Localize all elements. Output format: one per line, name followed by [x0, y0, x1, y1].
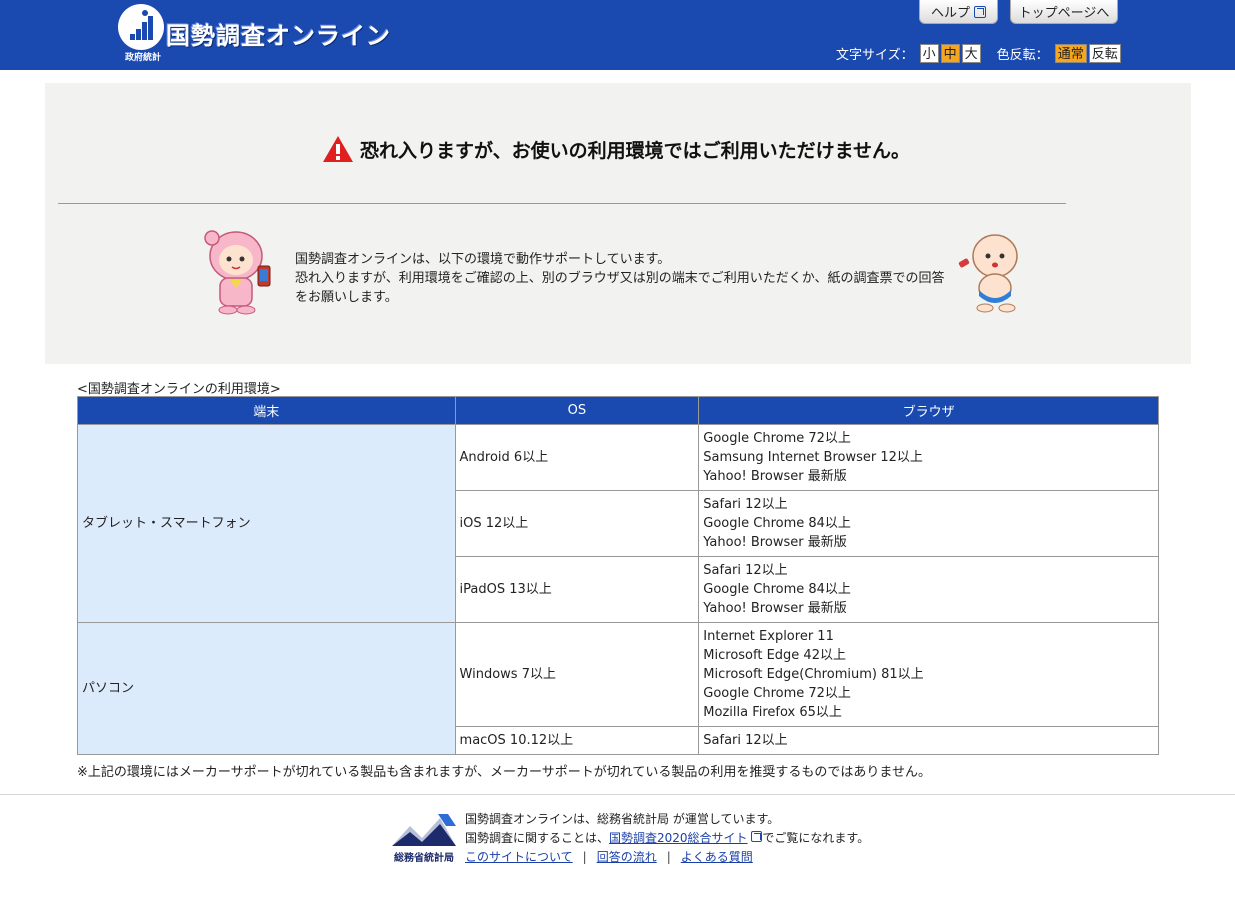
stat-bureau-logo: 総務省統計局: [390, 812, 458, 864]
browser-item: Yahoo! Browser 最新版: [703, 535, 847, 550]
font-size-label: 文字サイズ：: [836, 47, 914, 63]
answer-flow-link[interactable]: 回答の流れ: [597, 850, 657, 864]
header-browser: ブラウザ: [698, 396, 1159, 425]
notice-title: 恐れ入りますが、お使いの利用環境ではご利用いただけません。: [360, 139, 911, 162]
unsupported-notice: 恐れ入りますが、お使いの利用環境ではご利用いただけません。 国勢調査オンラインは…: [45, 83, 1191, 364]
notice-body: 国勢調査オンラインは、以下の環境で動作サポートしています。 恐れ入りますが、利用…: [295, 250, 945, 307]
browser-item: Yahoo! Browser 最新版: [703, 469, 847, 484]
footer-text: 国勢調査オンラインは、総務省統計局 が運営しています。 国勢調査に関することは、…: [465, 810, 869, 867]
os-cell: macOS 10.12以上: [454, 726, 700, 755]
device-cell: タブレット・スマートフォン: [77, 424, 456, 623]
help-button-label: ヘルプ: [930, 6, 970, 21]
display-tools: 文字サイズ： 小 中 大 色反転： 通常 反転: [836, 43, 1123, 63]
external-link-icon: [974, 5, 986, 18]
environment-table: 端末 OS ブラウザ タブレット・スマートフォン Android 6以上 Googl…: [77, 396, 1159, 755]
browser-item: Yahoo! Browser 最新版: [703, 601, 847, 616]
warning-icon: [323, 136, 353, 162]
os-cell: iOS 12以上: [454, 490, 700, 557]
footer-line-2-post: でご覧になれます。: [762, 831, 870, 845]
notice-line-1: 国勢調査オンラインは、以下の環境で動作サポートしています。: [295, 252, 671, 267]
footer-line-2: 国勢調査に関することは、国勢調査2020総合サイト でご覧になれます。: [465, 829, 869, 848]
font-size-medium-button[interactable]: 中: [940, 43, 960, 63]
browser-item: Google Chrome 72以上: [703, 431, 851, 446]
browser-item: Safari 12以上: [703, 563, 788, 578]
color-normal-button[interactable]: 通常: [1054, 43, 1087, 63]
browser-item: Safari 12以上: [703, 497, 788, 512]
font-size-large-button[interactable]: 大: [961, 43, 981, 63]
mascot-girl-icon: [204, 230, 271, 315]
browser-item: Microsoft Edge 42以上: [703, 648, 846, 663]
table-header-row: 端末 OS ブラウザ: [77, 396, 1159, 425]
census-2020-site-link[interactable]: 国勢調査2020総合サイト: [609, 831, 748, 845]
site-title: 国勢調査オンライン: [166, 22, 391, 50]
footer-line-2-pre: 国勢調査に関することは、: [465, 831, 610, 845]
faq-link[interactable]: よくある質問: [681, 850, 753, 864]
notice-line-2: 恐れ入りますが、利用環境をご確認の上、別のブラウザ又は別の端末でご利用いただくか…: [295, 271, 945, 305]
stat-bureau-logo-icon: [392, 814, 456, 846]
browser-item: Samsung Internet Browser 12以上: [703, 450, 923, 465]
divider: [58, 203, 1066, 204]
footer-links: このサイトについて | 回答の流れ | よくある質問: [465, 850, 753, 864]
browser-cell: Google Chrome 72以上 Samsung Internet Brows…: [698, 424, 1159, 491]
browser-item: Internet Explorer 11: [703, 629, 834, 644]
seifu-tokei-logo-icon: [118, 4, 164, 50]
top-page-button-label: トップページへ: [1018, 6, 1110, 21]
site-logo[interactable]: 政府統計 国勢調査オンライン: [118, 4, 398, 63]
footer-line-1: 国勢調査オンラインは、総務省統計局 が運営しています。: [465, 812, 780, 826]
browser-item: Microsoft Edge(Chromium) 81以上: [703, 667, 924, 682]
os-cell: Android 6以上: [454, 424, 700, 491]
header: 政府統計 国勢調査オンライン ヘルプ トップページへ 文字サイズ： 小 中 大 …: [0, 0, 1235, 70]
browser-item: Safari 12以上: [703, 733, 788, 748]
notice-heading: 恐れ入りますが、お使いの利用環境ではご利用いただけません。: [322, 135, 910, 163]
external-link-icon: [751, 831, 763, 842]
browser-item: Mozilla Firefox 65以上: [703, 705, 842, 720]
browser-item: Google Chrome 72以上: [703, 686, 851, 701]
env-caption: <国勢調査オンラインの利用環境>: [77, 382, 281, 397]
browser-item: Google Chrome 84以上: [703, 516, 851, 531]
footer-divider: [0, 794, 1235, 795]
about-site-link[interactable]: このサイトについて: [465, 850, 573, 864]
stat-bureau-label: 総務省統計局: [394, 853, 454, 864]
header-device: 端末: [77, 396, 456, 425]
browser-cell: Safari 12以上 Google Chrome 84以上 Yahoo! Brow…: [698, 490, 1159, 557]
support-note: ※上記の環境にはメーカーサポートが切れている製品も含まれますが、メーカーサポート…: [77, 765, 931, 780]
browser-item: Google Chrome 84以上: [703, 582, 851, 597]
color-invert-button[interactable]: 反転: [1088, 43, 1121, 63]
logo-subtitle: 政府統計: [124, 53, 161, 63]
color-invert-label: 色反転：: [996, 47, 1049, 63]
top-page-button[interactable]: トップページへ: [1010, 0, 1118, 24]
os-cell: iPadOS 13以上: [454, 556, 700, 623]
browser-cell: Internet Explorer 11 Microsoft Edge 42以上 M…: [698, 622, 1159, 727]
device-cell: パソコン: [77, 622, 456, 755]
header-os: OS: [454, 396, 700, 425]
os-cell: Windows 7以上: [454, 622, 700, 727]
help-button[interactable]: ヘルプ: [919, 0, 998, 24]
browser-cell: Safari 12以上 Google Chrome 84以上 Yahoo! Brow…: [698, 556, 1159, 623]
mascot-baby-icon: [958, 234, 1018, 313]
font-size-small-button[interactable]: 小: [919, 43, 939, 63]
table-row: パソコン Windows 7以上 Internet Explorer 11 Micro…: [77, 622, 1159, 755]
browser-cell: Safari 12以上: [698, 726, 1159, 755]
table-row: タブレット・スマートフォン Android 6以上 Google Chrome 72…: [77, 424, 1159, 623]
